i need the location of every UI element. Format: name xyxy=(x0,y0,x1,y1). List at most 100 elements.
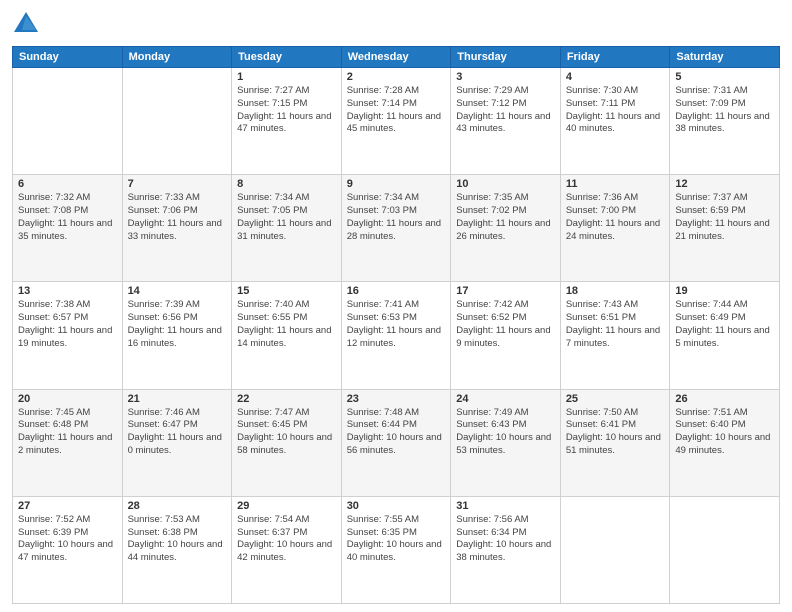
calendar-cell xyxy=(122,68,232,175)
day-info: Sunrise: 7:52 AM Sunset: 6:39 PM Dayligh… xyxy=(18,514,117,565)
day-number: 26 xyxy=(675,393,774,405)
calendar-cell: 3 Sunrise: 7:29 AM Sunset: 7:12 PM Daylig… xyxy=(451,68,561,175)
day-number: 18 xyxy=(566,285,665,297)
calendar-cell: 5 Sunrise: 7:31 AM Sunset: 7:09 PM Daylig… xyxy=(670,68,780,175)
day-number: 5 xyxy=(675,71,774,83)
day-number: 20 xyxy=(18,393,117,405)
calendar-cell: 1 Sunrise: 7:27 AM Sunset: 7:15 PM Daylig… xyxy=(232,68,342,175)
day-number: 7 xyxy=(128,178,227,190)
day-info: Sunrise: 7:27 AM Sunset: 7:15 PM Dayligh… xyxy=(237,85,336,136)
calendar-cell: 30Sunrise: 7:55 AM Sunset: 6:35 PM Dayli… xyxy=(341,496,451,603)
calendar-header-thursday: Thursday xyxy=(451,47,561,68)
day-info: Sunrise: 7:48 AM Sunset: 6:44 PM Dayligh… xyxy=(347,407,446,458)
calendar-cell: 28 Sunrise: 7:53 AM Sunset: 6:38 PM Dayli… xyxy=(122,496,232,603)
day-number: 13 xyxy=(18,285,117,297)
header xyxy=(12,10,780,38)
calendar-cell: 23 Sunrise: 7:48 AM Sunset: 6:44 PM Dayli… xyxy=(341,389,451,496)
day-info: Sunrise: 7:35 AM Sunset: 7:02 PM Dayligh… xyxy=(456,192,555,243)
day-number: 9 xyxy=(347,178,446,190)
day-info: Sunrise: 7:34 AM Sunset: 7:05 PM Dayligh… xyxy=(237,192,336,243)
day-info: Sunrise: 7:46 AM Sunset: 6:47 PM Dayligh… xyxy=(128,407,227,458)
day-number: 4 xyxy=(566,71,665,83)
calendar-cell: 14 Sunrise: 7:39 AM Sunset: 6:56 PM Dayli… xyxy=(122,282,232,389)
day-number: 2 xyxy=(347,71,446,83)
calendar-cell: 16 Sunrise: 7:41 AM Sunset: 6:53 PM Dayli… xyxy=(341,282,451,389)
calendar-cell xyxy=(670,496,780,603)
day-info: Sunrise: 7:31 AM Sunset: 7:09 PM Dayligh… xyxy=(675,85,774,136)
day-info: Sunrise: 7:41 AM Sunset: 6:53 PM Dayligh… xyxy=(347,299,446,350)
day-number: 28 xyxy=(128,500,227,512)
day-number: 10 xyxy=(456,178,555,190)
day-info: Sunrise: 7:50 AM Sunset: 6:41 PM Dayligh… xyxy=(566,407,665,458)
calendar-cell: 7 Sunrise: 7:33 AM Sunset: 7:06 PM Daylig… xyxy=(122,175,232,282)
calendar-cell: 20 Sunrise: 7:45 AM Sunset: 6:48 PM Dayli… xyxy=(13,389,123,496)
day-number: 21 xyxy=(128,393,227,405)
day-info: Sunrise: 7:47 AM Sunset: 6:45 PM Dayligh… xyxy=(237,407,336,458)
day-info: Sunrise: 7:32 AM Sunset: 7:08 PM Dayligh… xyxy=(18,192,117,243)
calendar-header-row: SundayMondayTuesdayWednesdayThursdayFrid… xyxy=(13,47,780,68)
calendar-cell: 11 Sunrise: 7:36 AM Sunset: 7:00 PM Dayli… xyxy=(560,175,670,282)
day-number: 27 xyxy=(18,500,117,512)
day-number: 8 xyxy=(237,178,336,190)
calendar-cell: 10 Sunrise: 7:35 AM Sunset: 7:02 PM Dayli… xyxy=(451,175,561,282)
day-number: 14 xyxy=(128,285,227,297)
day-number: 6 xyxy=(18,178,117,190)
day-number: 29 xyxy=(237,500,336,512)
day-info: Sunrise: 7:51 AM Sunset: 6:40 PM Dayligh… xyxy=(675,407,774,458)
day-number: 24 xyxy=(456,393,555,405)
day-info: Sunrise: 7:40 AM Sunset: 6:55 PM Dayligh… xyxy=(237,299,336,350)
calendar-cell xyxy=(560,496,670,603)
calendar-week-row: 6 Sunrise: 7:32 AM Sunset: 7:08 PM Daylig… xyxy=(13,175,780,282)
day-number: 15 xyxy=(237,285,336,297)
calendar-cell: 26 Sunrise: 7:51 AM Sunset: 6:40 PM Dayli… xyxy=(670,389,780,496)
calendar-cell: 6 Sunrise: 7:32 AM Sunset: 7:08 PM Daylig… xyxy=(13,175,123,282)
day-info: Sunrise: 7:36 AM Sunset: 7:00 PM Dayligh… xyxy=(566,192,665,243)
day-number: 12 xyxy=(675,178,774,190)
calendar-cell xyxy=(13,68,123,175)
calendar-week-row: 20 Sunrise: 7:45 AM Sunset: 6:48 PM Dayli… xyxy=(13,389,780,496)
day-info: Sunrise: 7:53 AM Sunset: 6:38 PM Dayligh… xyxy=(128,514,227,565)
day-number: 19 xyxy=(675,285,774,297)
day-number: 1 xyxy=(237,71,336,83)
calendar-header-saturday: Saturday xyxy=(670,47,780,68)
calendar-cell: 31 Sunrise: 7:56 AM Sunset: 6:34 PM Dayli… xyxy=(451,496,561,603)
day-number: 16 xyxy=(347,285,446,297)
day-info: Sunrise: 7:55 AM Sunset: 6:35 PM Dayligh… xyxy=(347,514,446,565)
calendar-cell: 22Sunrise: 7:47 AM Sunset: 6:45 PM Dayli… xyxy=(232,389,342,496)
calendar-header-friday: Friday xyxy=(560,47,670,68)
day-info: Sunrise: 7:49 AM Sunset: 6:43 PM Dayligh… xyxy=(456,407,555,458)
calendar-cell: 27 Sunrise: 7:52 AM Sunset: 6:39 PM Dayli… xyxy=(13,496,123,603)
calendar-cell: 24 Sunrise: 7:49 AM Sunset: 6:43 PM Dayli… xyxy=(451,389,561,496)
day-info: Sunrise: 7:56 AM Sunset: 6:34 PM Dayligh… xyxy=(456,514,555,565)
calendar-header-sunday: Sunday xyxy=(13,47,123,68)
calendar-cell: 4 Sunrise: 7:30 AM Sunset: 7:11 PM Daylig… xyxy=(560,68,670,175)
calendar-cell: 29 Sunrise: 7:54 AM Sunset: 6:37 PM Dayli… xyxy=(232,496,342,603)
calendar-cell: 2Sunrise: 7:28 AM Sunset: 7:14 PM Daylig… xyxy=(341,68,451,175)
day-info: Sunrise: 7:30 AM Sunset: 7:11 PM Dayligh… xyxy=(566,85,665,136)
day-info: Sunrise: 7:37 AM Sunset: 6:59 PM Dayligh… xyxy=(675,192,774,243)
calendar-cell: 19Sunrise: 7:44 AM Sunset: 6:49 PM Dayli… xyxy=(670,282,780,389)
day-info: Sunrise: 7:42 AM Sunset: 6:52 PM Dayligh… xyxy=(456,299,555,350)
day-info: Sunrise: 7:34 AM Sunset: 7:03 PM Dayligh… xyxy=(347,192,446,243)
calendar-cell: 12 Sunrise: 7:37 AM Sunset: 6:59 PM Dayli… xyxy=(670,175,780,282)
day-number: 17 xyxy=(456,285,555,297)
calendar-cell: 18 Sunrise: 7:43 AM Sunset: 6:51 PM Dayli… xyxy=(560,282,670,389)
calendar-cell: 9 Sunrise: 7:34 AM Sunset: 7:03 PM Daylig… xyxy=(341,175,451,282)
calendar-header-tuesday: Tuesday xyxy=(232,47,342,68)
calendar-table: SundayMondayTuesdayWednesdayThursdayFrid… xyxy=(12,46,780,604)
logo-icon xyxy=(12,10,40,38)
day-number: 31 xyxy=(456,500,555,512)
day-info: Sunrise: 7:39 AM Sunset: 6:56 PM Dayligh… xyxy=(128,299,227,350)
day-info: Sunrise: 7:29 AM Sunset: 7:12 PM Dayligh… xyxy=(456,85,555,136)
day-info: Sunrise: 7:54 AM Sunset: 6:37 PM Dayligh… xyxy=(237,514,336,565)
day-number: 3 xyxy=(456,71,555,83)
day-number: 23 xyxy=(347,393,446,405)
day-number: 11 xyxy=(566,178,665,190)
day-info: Sunrise: 7:38 AM Sunset: 6:57 PM Dayligh… xyxy=(18,299,117,350)
calendar-cell: 13 Sunrise: 7:38 AM Sunset: 6:57 PM Dayli… xyxy=(13,282,123,389)
day-info: Sunrise: 7:33 AM Sunset: 7:06 PM Dayligh… xyxy=(128,192,227,243)
logo xyxy=(12,10,44,38)
day-info: Sunrise: 7:43 AM Sunset: 6:51 PM Dayligh… xyxy=(566,299,665,350)
day-info: Sunrise: 7:45 AM Sunset: 6:48 PM Dayligh… xyxy=(18,407,117,458)
calendar-cell: 25Sunrise: 7:50 AM Sunset: 6:41 PM Dayli… xyxy=(560,389,670,496)
